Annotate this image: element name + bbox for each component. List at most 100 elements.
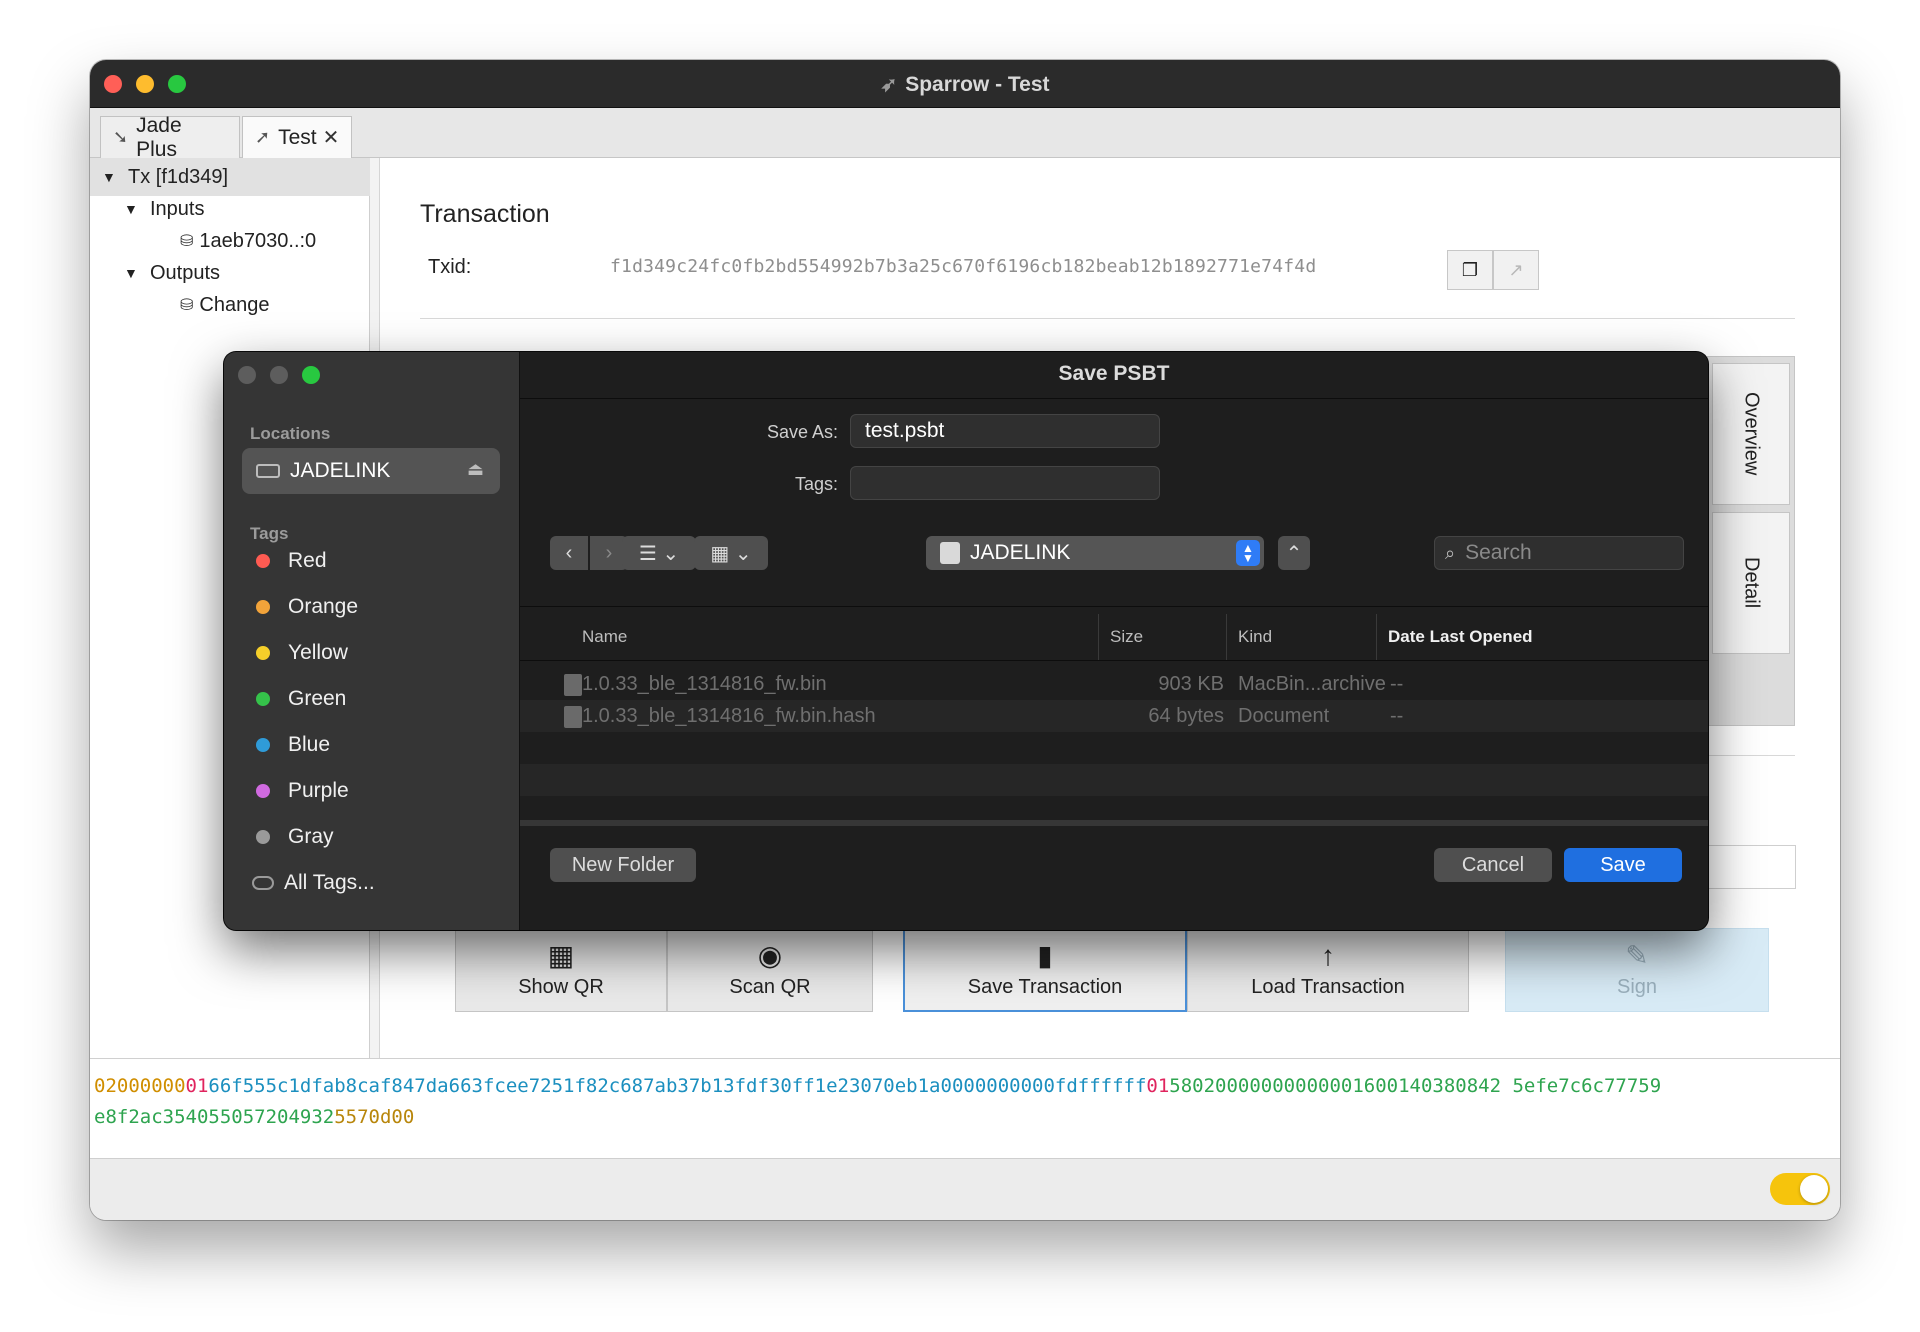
tree-item-change[interactable]: ⛁ Change	[90, 286, 370, 324]
tree-item-label: Outputs	[150, 261, 221, 284]
tag-label: Yellow	[288, 641, 348, 664]
show-qr-button[interactable]: ▦ Show QR	[455, 928, 667, 1012]
save-transaction-button[interactable]: ▮ Save Transaction	[903, 928, 1187, 1012]
tag-all[interactable]: All Tags...	[252, 867, 375, 899]
gray-dot-icon	[256, 830, 270, 844]
scan-qr-button[interactable]: ◉ Scan QR	[667, 928, 873, 1012]
group-view-button[interactable]: ▦ ⌄	[694, 536, 768, 570]
action-bar: ▦ Show QR ◉ Scan QR ▮ Save Transaction ↑…	[455, 928, 1810, 1012]
column-divider[interactable]	[1098, 614, 1099, 660]
chevron-down-icon[interactable]: ▼	[124, 201, 144, 217]
cancel-button[interactable]: Cancel	[1434, 848, 1552, 882]
divider	[520, 820, 1708, 826]
tag-blue[interactable]: Blue	[256, 729, 330, 761]
column-divider[interactable]	[1226, 614, 1227, 660]
dialog-close-button[interactable]	[238, 366, 256, 384]
column-divider[interactable]	[1376, 614, 1377, 660]
save-psbt-dialog: Locations JADELINK ⏏ Tags Red Orange Yel…	[224, 352, 1708, 930]
sign-button[interactable]: ✎ Sign	[1505, 928, 1769, 1012]
wallet-tab-bar: ➘ Jade Plus ➚ Test ✕	[90, 108, 1840, 161]
file-row[interactable]: 1.0.33_ble_1314816_fw.bin.hash 64 bytes …	[520, 700, 1708, 732]
search-icon: ⌕	[1445, 542, 1456, 563]
column-kind[interactable]: Kind	[1238, 614, 1272, 660]
wallet-icon: ➘	[113, 127, 129, 147]
copy-txid-button[interactable]: ❐	[1447, 250, 1493, 290]
sidebar-item-jadelink[interactable]: JADELINK ⏏	[242, 448, 500, 494]
tree-item-label: 1aeb7030..:0	[199, 229, 317, 252]
tab-jade-plus[interactable]: ➘ Jade Plus	[100, 114, 240, 161]
save-button[interactable]: Save	[1564, 848, 1682, 882]
tab-overview[interactable]: Overview	[1712, 363, 1790, 505]
new-folder-button[interactable]: New Folder	[550, 848, 696, 882]
dialog-zoom-button[interactable]	[302, 366, 320, 384]
qr-icon: ▦	[547, 939, 575, 971]
eject-icon[interactable]: ⏏	[467, 459, 484, 480]
view-mode-group: ☰ ⌄	[622, 536, 696, 570]
tag-yellow[interactable]: Yellow	[256, 637, 348, 669]
hex-line: 020000000166f555c1dfab8caf847da663fcee72…	[94, 1071, 1836, 1102]
tab-test[interactable]: ➚ Test ✕	[242, 116, 352, 158]
collapse-button[interactable]: ⌃	[1278, 536, 1310, 570]
tags-field[interactable]	[850, 466, 1160, 500]
location-popup-label: JADELINK	[970, 541, 1071, 564]
txid-value[interactable]: f1d349c24fc0fb2bd554992b7b3a25c670f6196c…	[610, 256, 1316, 277]
window-title: ➶ Sparrow - Test	[90, 72, 1840, 97]
chevron-down-icon[interactable]: ▼	[124, 265, 144, 281]
connection-toggle[interactable]	[1770, 1173, 1830, 1205]
copy-icon: ❐	[1461, 259, 1479, 280]
location-popup[interactable]: JADELINK ▲ ▼	[926, 536, 1264, 570]
file-date: --	[1390, 705, 1404, 727]
list-view-button[interactable]: ☰ ⌄	[622, 536, 696, 570]
grid-icon: ▦ ⌄	[710, 542, 752, 565]
coins-icon: ⛁	[180, 233, 194, 250]
open-txid-button[interactable]: ↗	[1493, 250, 1539, 290]
file-size: 64 bytes	[1148, 705, 1224, 727]
button-label: Load Transaction	[1251, 975, 1405, 998]
dialog-sidebar: Locations JADELINK ⏏ Tags Red Orange Yel…	[224, 352, 520, 930]
red-dot-icon	[256, 554, 270, 568]
back-forward-group: ‹ ›	[550, 536, 628, 570]
tag-purple[interactable]: Purple	[256, 775, 349, 807]
hex-input: 66f555c1dfab8caf847da663fcee7251f82c687a…	[208, 1075, 1147, 1097]
tag-label: Green	[288, 687, 347, 710]
file-row[interactable]: 1.0.33_ble_1314816_fw.bin 903 KB MacBin.…	[520, 668, 1708, 700]
purple-dot-icon	[256, 784, 270, 798]
column-name[interactable]: Name	[582, 614, 627, 660]
txid-label: Txid:	[428, 256, 472, 278]
tag-green[interactable]: Green	[256, 683, 346, 715]
tag-label: Gray	[288, 825, 334, 848]
transaction-hex[interactable]: 020000000166f555c1dfab8caf847da663fcee72…	[90, 1058, 1840, 1156]
tag-gray[interactable]: Gray	[256, 821, 334, 853]
button-label: Sign	[1616, 975, 1658, 998]
coins-icon: ⛁	[180, 297, 194, 314]
dialog-title: Save PSBT	[1058, 362, 1170, 385]
chevron-up-icon: ⌃	[1285, 542, 1303, 565]
updown-chevron-icon: ▲ ▼	[1236, 540, 1260, 566]
tree-item-label: Tx [f1d349]	[128, 165, 229, 188]
divider	[520, 606, 1708, 607]
dialog-minimize-button[interactable]	[270, 366, 288, 384]
column-date-last-opened[interactable]: Date Last Opened	[1388, 614, 1708, 660]
button-label: Save Transaction	[967, 975, 1123, 998]
text-field[interactable]	[1700, 845, 1796, 889]
column-size[interactable]: Size	[1110, 614, 1143, 660]
chevron-down-icon[interactable]: ▼	[102, 169, 122, 185]
load-transaction-button[interactable]: ↑ Load Transaction	[1187, 928, 1469, 1012]
tab-detail[interactable]: Detail	[1712, 512, 1790, 654]
search-field[interactable]: ⌕ Search	[1434, 536, 1684, 570]
back-button[interactable]: ‹	[550, 536, 588, 570]
divider	[520, 398, 1708, 399]
button-label: Show QR	[518, 975, 604, 998]
dialog-main: Save PSBT Save As: test.psbt Tags: ‹ › ☰…	[520, 352, 1708, 930]
tags-label: Tags:	[794, 474, 838, 494]
save-as-field[interactable]: test.psbt	[850, 414, 1160, 448]
tag-red[interactable]: Red	[256, 545, 327, 577]
hex-line: e8f2ac3540550572049325570d00	[94, 1102, 1836, 1133]
tab-label: Detail	[1740, 557, 1763, 609]
tag-orange[interactable]: Orange	[256, 591, 358, 623]
chevron-left-icon: ‹	[565, 541, 573, 564]
file-size: 903 KB	[1158, 673, 1224, 695]
blue-dot-icon	[256, 738, 270, 752]
save-as-label: Save As:	[766, 422, 838, 442]
close-tab-icon[interactable]: ✕	[323, 125, 340, 150]
